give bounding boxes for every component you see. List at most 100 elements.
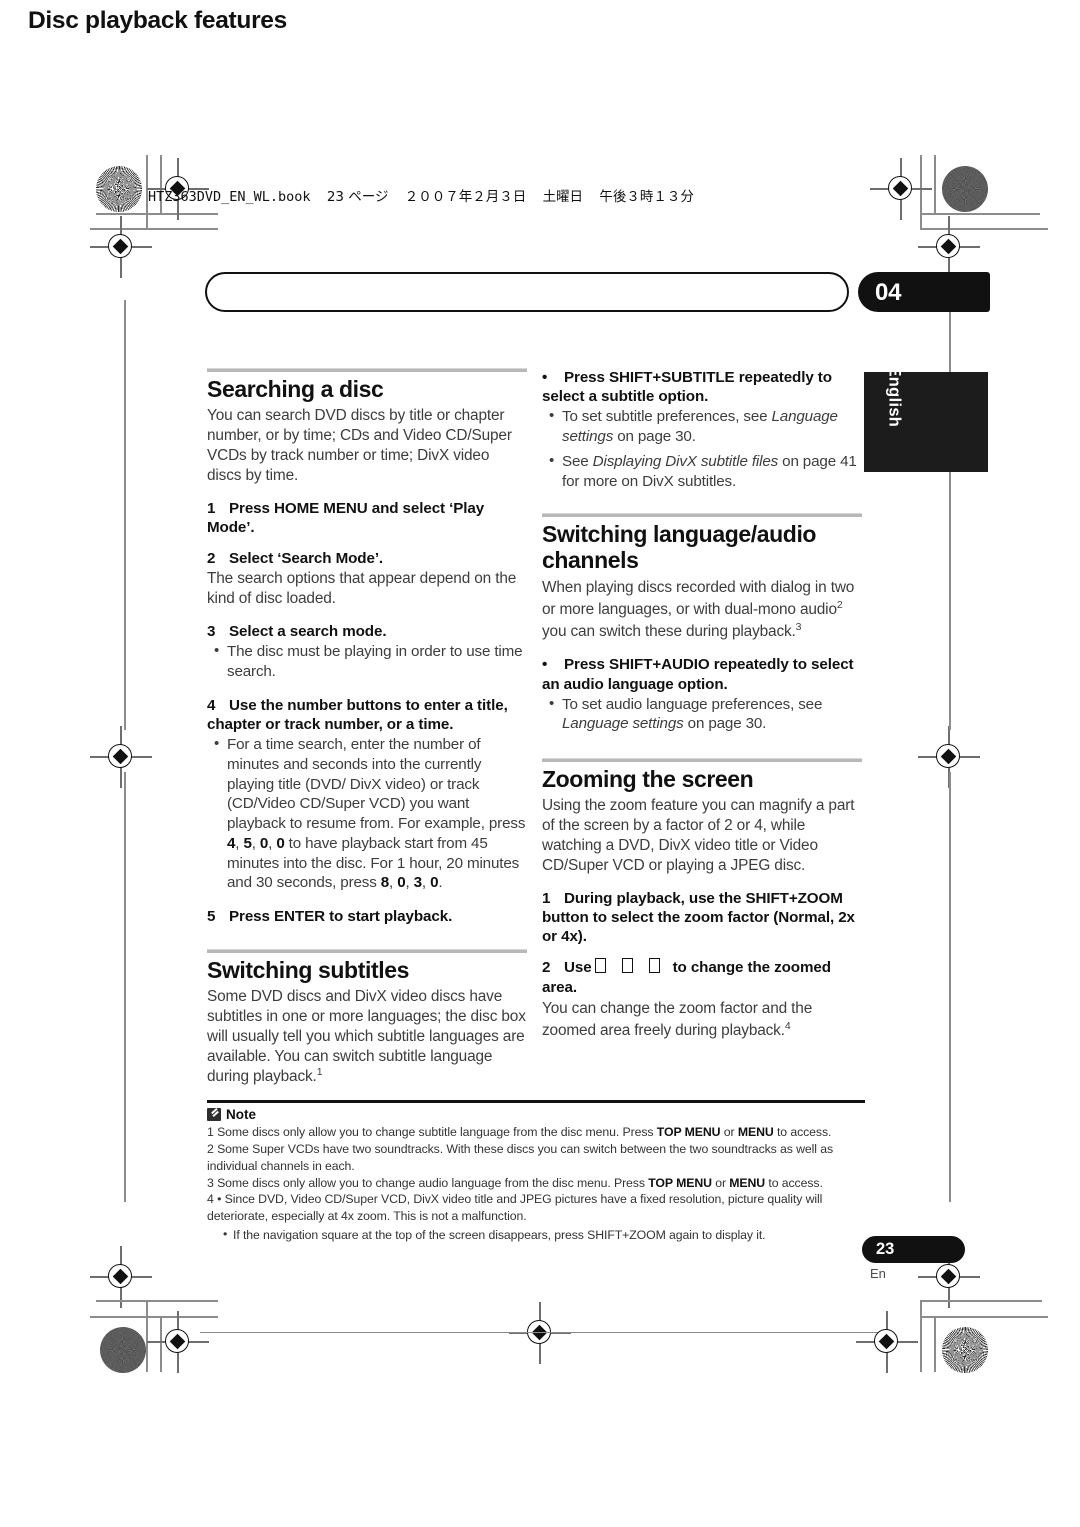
lang-body-b: you can switch these during playback.: [542, 622, 796, 640]
crop-line: [146, 1300, 148, 1372]
bullet-marker: •: [542, 656, 548, 674]
note-mid: or: [720, 1124, 738, 1139]
heading-switching-language-audio: Switching language/audio channels: [542, 521, 817, 574]
footnote-ref-3: 3: [795, 621, 802, 633]
heading-searching-a-disc: Searching a disc: [207, 376, 384, 402]
step-5: 5 Press ENTER to start playback.: [207, 907, 527, 926]
audio-action-step: • Press SHIFT+AUDIO repeatedly to select …: [542, 655, 862, 693]
audio-sub-italic: Language settings: [562, 715, 684, 733]
chapter-number: 04: [875, 279, 902, 306]
note-number: 4: [207, 1192, 214, 1207]
bullet-item: The disc must be playing in order to use…: [214, 641, 527, 682]
sub-a-pre: To set subtitle preferences, see: [562, 408, 772, 426]
notes-heading-label: Note: [226, 1106, 256, 1122]
note-number: 2: [207, 1141, 214, 1156]
note-bold-top-menu: TOP MENU: [648, 1175, 712, 1190]
registration-mark: [90, 216, 152, 278]
right-column: • Press SHIFT+SUBTITLE repeatedly to sele…: [542, 368, 862, 1054]
crop-line: [920, 155, 922, 228]
crop-line: [934, 1316, 936, 1372]
step-2-body: The search options that appear depend on…: [207, 570, 517, 608]
page-title: Disc playback features: [28, 7, 287, 34]
note-pre: Some Super VCDs have two soundtracks. Wi…: [207, 1141, 834, 1173]
step-text: Use the number buttons to enter a title,…: [207, 696, 508, 734]
audio-action-bullets: To set audio language preferences, see L…: [542, 694, 862, 735]
note-bold-top-menu: TOP MENU: [656, 1124, 721, 1139]
step-text: Press HOME MENU and select ‘Play Mode’.: [207, 499, 485, 536]
language-side-tab: English: [864, 366, 988, 472]
crop-line: [96, 1300, 218, 1302]
starburst-mark-top-left: [96, 166, 142, 212]
crop-line: [124, 772, 126, 1202]
section-rule: [207, 949, 527, 954]
note-pre: Some discs only allow you to change subt…: [217, 1124, 657, 1139]
step-text: Press ENTER to start playback.: [229, 908, 453, 926]
key-0a: 0: [259, 834, 269, 852]
registration-mark: [90, 726, 152, 788]
crop-line: [920, 228, 1048, 230]
bullet-text-a: For a time search, enter the number of m…: [227, 736, 526, 833]
note-sub-post: again to display it.: [665, 1228, 766, 1243]
bullet-marker: •: [542, 369, 548, 386]
note-post: to access.: [773, 1124, 832, 1139]
step-3-bullets: The disc must be playing in order to use…: [207, 641, 527, 682]
note-item: 2 Some Super VCDs have two soundtracks. …: [207, 1141, 865, 1175]
zoom-step-2-body: You can change the zoom factor and the z…: [542, 998, 862, 1042]
step-3: 3 Select a search mode.: [207, 622, 527, 641]
crop-line: [200, 1332, 880, 1334]
step-text: Select a search mode.: [229, 623, 387, 641]
language-audio-body: When playing discs recorded with dialog …: [542, 577, 862, 643]
bullet-text-b: to have playback start from 45 minutes i…: [227, 834, 520, 892]
notes-heading: Note: [207, 1107, 865, 1122]
step-number: 2: [542, 959, 551, 977]
zooming-intro: Using the zoom feature you can magnify a…: [542, 796, 855, 874]
audio-sub-pre: To set audio language preferences, see: [562, 695, 823, 713]
step-number: 4: [207, 696, 216, 714]
audio-action-text: Press SHIFT+AUDIO repeatedly to select a…: [542, 656, 854, 693]
step-number: 2: [207, 550, 216, 568]
footnote-ref-2: 2: [836, 599, 843, 611]
registration-mark: [870, 158, 932, 220]
note-pencil-icon: [207, 1107, 221, 1121]
chapter-number-chip: 04: [858, 272, 990, 312]
left-column: Searching a disc You can search DVD disc…: [207, 368, 527, 1100]
file-header-line: HTZ363DVD_EN_WL.book 23 ページ ２００７年２月３日 土曜…: [148, 185, 694, 205]
file-header-time: 午後３時１３分: [599, 189, 694, 205]
crop-line: [920, 1316, 1048, 1318]
note-number: 1: [207, 1124, 214, 1139]
zoom-step-2-pre: Use: [564, 959, 592, 977]
note-bold-shift-zoom: SHIFT+ZOOM: [587, 1228, 666, 1243]
key-4: 4: [227, 834, 236, 852]
subtitles-body-text: Some DVD discs and DivX video discs have…: [207, 988, 526, 1086]
footnote-ref-4: 4: [784, 1020, 791, 1032]
crop-line: [160, 1316, 162, 1372]
note-bold-menu: MENU: [729, 1175, 766, 1190]
section-rule: [542, 758, 862, 763]
step-number: 1: [542, 890, 551, 907]
step-text: During playback, use the SHIFT+ZOOM butt…: [542, 890, 855, 946]
crop-line: [949, 772, 951, 1202]
note-item: 3 Some discs only allow you to change au…: [207, 1175, 865, 1192]
running-head-pill: [205, 272, 849, 312]
crop-line: [934, 155, 936, 213]
zoom-step-2-body-text: You can change the zoom factor and the z…: [542, 999, 813, 1039]
step-1: 1 Press HOME MENU and select ‘Play Mode’.: [207, 499, 527, 537]
folio-page-number: 23: [876, 1240, 895, 1258]
lang-body-a: When playing discs recorded with dialog …: [542, 578, 855, 618]
greydot-mark-bottom-left: [100, 1327, 146, 1373]
bullet-item: To set audio language preferences, see L…: [549, 694, 862, 735]
step-4: 4 Use the number buttons to enter a title…: [207, 696, 527, 734]
note-item: 1 Some discs only allow you to change su…: [207, 1124, 865, 1141]
step-number: 5: [207, 908, 216, 926]
notes-divider: [207, 1100, 865, 1103]
bullet-item: See Displaying DivX subtitle files on pa…: [549, 451, 862, 492]
note-item: 4 • Since DVD, Video CD/Super VCD, DivX …: [207, 1191, 865, 1225]
crop-line: [949, 300, 951, 730]
notes-block: Note 1 Some discs only allow you to chan…: [207, 1100, 865, 1244]
note-pre: • Since DVD, Video CD/Super VCD, DivX vi…: [207, 1192, 823, 1224]
greydot-mark-top-right: [942, 166, 988, 212]
sub-b-pre: See: [562, 452, 593, 470]
sub-b-italic: Displaying DivX subtitle files: [592, 452, 779, 470]
step-4-bullets: For a time search, enter the number of m…: [207, 734, 527, 893]
subtitle-action-step: • Press SHIFT+SUBTITLE repeatedly to sele…: [542, 368, 862, 406]
